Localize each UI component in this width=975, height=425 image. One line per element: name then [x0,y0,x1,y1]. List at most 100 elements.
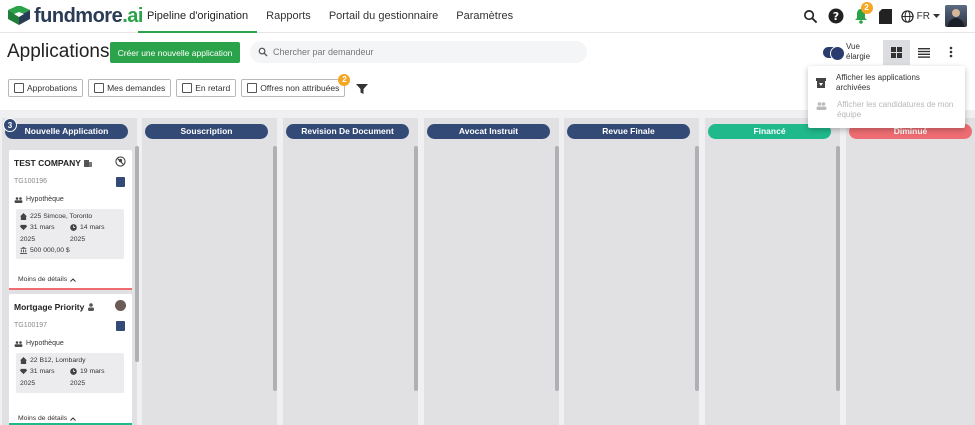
column-underwriting: Souscription [142,118,277,425]
search-bar[interactable] [250,41,587,63]
year-text: 2025 [20,380,36,387]
column-header[interactable]: Souscription [145,124,268,139]
date-closing-year: 2025 [20,380,35,387]
card-type-label: Hypothèque [26,340,64,347]
document-icon[interactable] [116,321,125,331]
expanded-view-label: Vue élargie [846,42,871,61]
address-row: 22 B12, Lombardy [20,357,86,364]
column-count-badge: 3 [3,118,17,132]
application-card[interactable]: Mortgage Priority TG100197 Hypothèque 22… [9,294,132,425]
card-title: Mortgage Priority [14,302,95,312]
clock-icon [70,224,77,231]
pipeline-board: Nouvelle Application 3 TEST COMPANY TG10… [0,110,975,425]
filter-funnel-icon[interactable] [355,82,369,96]
date-due-year: 2025 [70,236,85,243]
search-icon[interactable] [801,6,821,26]
notifications-count-badge: 2 [860,2,873,14]
column-new-application: Nouvelle Application 3 TEST COMPANY TG10… [2,118,139,425]
globe-icon [900,9,914,23]
column-lawyer-instructed: Avocat Instruit [424,118,559,425]
grid-view-button[interactable] [883,40,910,65]
person-icon [88,303,95,311]
column-header[interactable]: Nouvelle Application [5,124,128,139]
column-header[interactable]: Avocat Instruit [427,124,550,139]
archive-icon [816,78,826,88]
notifications-bell-icon[interactable]: 2 [851,2,873,26]
home-icon [20,357,27,364]
assignee-avatar[interactable] [115,300,126,311]
nav-reports[interactable]: Rapports [257,0,320,33]
filter-label: Mes demandes [107,83,166,93]
date-text: 19 mars [80,368,105,375]
company-icon [83,160,92,167]
document-icon[interactable] [116,177,125,187]
column-header[interactable]: Revue Finale [567,124,690,139]
fundmore-logo[interactable]: fundmore.ai [6,6,143,26]
date-due: 14 mars [70,224,105,231]
scrollbar[interactable] [695,146,699,391]
column-header[interactable]: Revision De Document [286,124,409,139]
card-type: Hypothèque [14,340,64,347]
filter-label: Offres non attribuées [260,83,340,93]
filter-late[interactable]: En retard [176,79,237,97]
people-icon [14,340,23,347]
date-closing-year: 2025 [20,236,35,243]
grid-icon [891,47,902,58]
application-card[interactable]: TEST COMPANY TG100196 Hypothèque 225 Sim… [9,150,132,290]
team-icon [816,102,827,110]
chevron-up-icon [70,277,76,282]
filter-unassigned-offers[interactable]: Offres non attribuées 2 [241,74,351,97]
scrollbar[interactable] [555,146,559,391]
checkbox[interactable] [182,83,193,93]
clock-icon [70,368,77,375]
address-row: 225 Simcoe, Toronto [20,213,92,220]
page-title: Applications [7,41,110,62]
scrollbar[interactable] [836,146,840,391]
list-view-button[interactable] [910,40,937,65]
amount-row: 500 000,00 $ [20,247,70,254]
card-reference: TG100197 [14,322,48,329]
checkbox[interactable] [94,83,105,93]
expanded-view-toggle[interactable] [823,46,845,61]
people-icon [14,196,23,203]
less-details-button[interactable]: Moins de détails [18,276,76,283]
less-details-label: Moins de détails [18,415,68,422]
nav-settings[interactable]: Paramètres [447,0,522,33]
status-bar [9,288,132,290]
language-selector[interactable]: FR [900,9,940,23]
create-application-button[interactable]: Créer une nouvelle application [110,42,240,63]
documents-icon[interactable] [876,6,896,26]
column-funded: Financé [705,118,840,425]
less-details-button[interactable]: Moins de détails [18,415,76,422]
card-details: 22 B12, Lombardy 31 mars 2025 19 mars 20… [16,353,124,393]
scrollbar[interactable] [273,146,277,391]
scrollbar[interactable] [135,146,139,362]
date-closing: 31 mars [20,368,55,375]
nav-manager-portal[interactable]: Portail du gestionnaire [320,0,447,33]
chevron-up-icon [70,416,76,421]
user-avatar[interactable] [945,5,967,27]
nav-pipeline[interactable]: Pipeline d'origination [138,0,258,33]
more-options-button[interactable] [944,42,958,62]
card-title: TEST COMPANY [14,158,92,168]
scrollbar[interactable] [414,146,418,391]
search-input[interactable] [273,47,573,57]
card-type: Hypothèque [14,196,64,203]
card-title-text: TEST COMPANY [14,158,81,168]
checkbox[interactable] [14,83,24,93]
filter-bar: Approbations Mes demandes En retard Offr… [8,74,351,97]
caret-down-icon [933,13,940,18]
language-label: FR [916,10,930,22]
help-icon[interactable]: ? [826,6,846,26]
filter-approvals[interactable]: Approbations [8,79,84,97]
menu-item-label: Afficher les applications archivées [836,73,920,92]
menu-item-show-team-applications[interactable]: Afficher les candidatures de mon équipe [816,100,961,120]
column-document-review: Revision De Document [283,118,418,425]
home-icon [20,213,27,220]
amount-text: 500 000,00 $ [30,247,70,254]
no-assignee-icon[interactable] [115,156,126,167]
checkbox[interactable] [247,83,258,93]
menu-item-show-archived[interactable]: Afficher les applications archivées [816,73,961,93]
filter-my-requests[interactable]: Mes demandes [88,79,172,97]
diamond-icon [20,368,27,375]
